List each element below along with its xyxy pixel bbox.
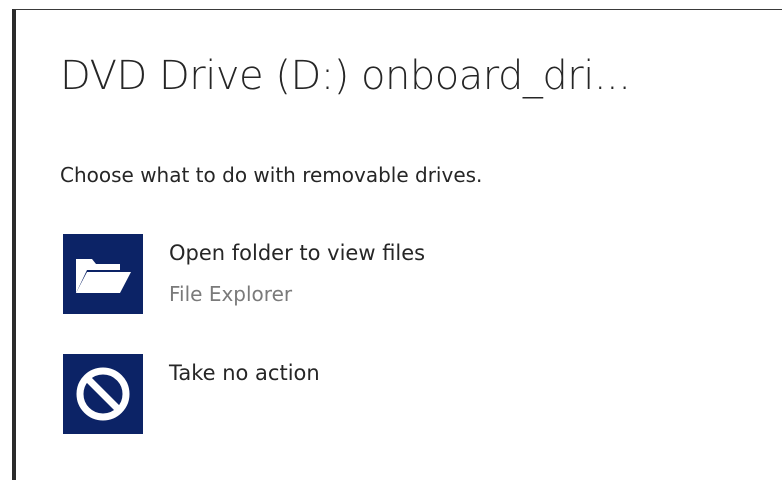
option-label: Open folder to view files [169,241,426,265]
dialog-title: DVD Drive (D:) onboard_dri... [60,53,631,99]
option-label: Take no action [169,361,320,385]
folder-open-icon [63,234,143,314]
option-take-no-action[interactable]: Take no action [60,354,620,434]
no-action-icon [63,354,143,434]
autoplay-dialog: DVD Drive (D:) onboard_dri... Choose wha… [12,9,782,480]
option-open-folder[interactable]: Open folder to view files File Explorer [60,234,620,314]
option-sublabel: File Explorer [169,282,293,306]
dialog-prompt: Choose what to do with removable drives. [60,163,483,187]
